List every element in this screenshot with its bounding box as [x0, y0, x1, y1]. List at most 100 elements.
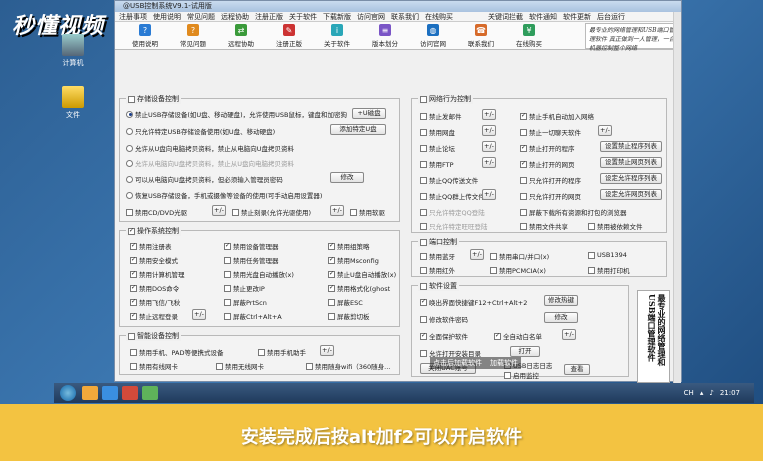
checkbox[interactable]	[420, 282, 427, 290]
checkbox[interactable]: ✓	[128, 227, 135, 235]
toolbar-help-button[interactable]: ? 使用说明	[121, 22, 169, 49]
checkbox[interactable]	[126, 208, 133, 216]
checkbox[interactable]	[328, 312, 335, 320]
menu-item[interactable]: 软件更新	[563, 12, 591, 22]
menu-item[interactable]: 远程协助	[221, 12, 249, 21]
os-check[interactable]: ✓ 禁止U盘自动播放(x)	[328, 269, 396, 279]
checkbox[interactable]	[420, 144, 427, 152]
volume-icon[interactable]: ♪	[709, 389, 713, 397]
checkbox[interactable]	[520, 208, 527, 216]
storage-option[interactable]: 可以从电脑向U盘拷贝资料，但必须输入管理员密码	[126, 174, 283, 184]
checkbox[interactable]	[588, 266, 595, 274]
storage-check[interactable]: 禁止刻录(允许光驱使用)	[232, 207, 311, 217]
network-icon[interactable]: ▴	[700, 389, 704, 397]
os-check[interactable]: ✓ 禁用注册表	[130, 241, 172, 251]
checkbox[interactable]: ✓	[420, 298, 427, 306]
encrypt-disk-button[interactable]: +U磁盘	[352, 108, 386, 119]
storage-option[interactable]: 只允许特定USB存储设备使用(如U盘、移动硬盘)	[126, 126, 275, 136]
checkbox[interactable]	[520, 176, 527, 184]
mobile-check[interactable]: 禁用随身wifi（360随身...	[306, 361, 390, 371]
checkbox[interactable]	[128, 332, 135, 340]
os-check[interactable]: ✓ 禁用安全模式	[130, 255, 178, 265]
storage-option[interactable]: 允许从电脑向U盘拷贝资料，禁止从U盘向电脑拷贝资料	[126, 158, 294, 168]
storage-option[interactable]: 允许从U盘向电脑拷贝资料，禁止从电脑向U盘拷贝资料	[126, 143, 294, 153]
plusminus-button[interactable]: +/-	[470, 249, 484, 260]
menu-item[interactable]: 关键词拦截	[488, 12, 523, 22]
checkbox[interactable]	[350, 208, 357, 216]
soft-check[interactable]: 启用监控	[504, 370, 539, 380]
toolbar-faq-button[interactable]: ? 常见问题	[169, 22, 217, 49]
radio[interactable]	[126, 159, 133, 167]
radio[interactable]	[126, 110, 133, 118]
port-check[interactable]: USB1394	[588, 251, 627, 259]
checkbox[interactable]	[224, 298, 231, 306]
checkbox[interactable]: ✓	[520, 112, 527, 120]
mobile-check[interactable]: 禁用有线网卡	[130, 361, 178, 371]
net-check[interactable]: ✓ 禁止手机自动加入网络	[520, 111, 594, 121]
checkbox[interactable]	[420, 208, 427, 216]
toolbar-buy-button[interactable]: ¥ 在线购买	[505, 22, 553, 49]
checkbox[interactable]	[128, 95, 135, 103]
net-check[interactable]: ✓ 禁止打开的程序	[520, 143, 575, 153]
checkbox[interactable]	[420, 238, 427, 246]
net-check[interactable]: 禁止QQ传送文件	[420, 175, 478, 185]
storage-option[interactable]: 禁止USB存储设备(如U盘、移动硬盘)，允许使用USB鼠标，键盘和加密狗	[126, 109, 347, 119]
os-check[interactable]: ✓ 禁止远程登录	[130, 311, 178, 321]
checkbox[interactable]: ✓	[130, 256, 137, 264]
checkbox[interactable]: ✓	[130, 284, 137, 292]
plusminus-button[interactable]: +/-	[482, 141, 496, 152]
modify-hotkey-button[interactable]: 修改热键	[544, 295, 578, 306]
modify-password-button[interactable]: 修改	[330, 172, 364, 183]
menu-item[interactable]: 联系我们	[391, 12, 419, 21]
soft-check[interactable]: ✓ 全面保护软件	[420, 331, 468, 341]
os-check[interactable]: 禁用任务管理器	[224, 255, 279, 265]
menu-item[interactable]: 使用说明	[153, 12, 181, 21]
plusminus-button[interactable]: +/-	[598, 125, 612, 136]
menu-item[interactable]: 在线购买	[425, 12, 453, 21]
modify-password-button[interactable]: 修改	[544, 312, 578, 323]
browser-icon[interactable]	[102, 386, 118, 400]
checkbox[interactable]	[130, 348, 137, 356]
checkbox[interactable]	[520, 128, 527, 136]
net-check[interactable]: 禁止QQ群上传文件	[420, 191, 485, 201]
checkbox[interactable]	[420, 112, 427, 120]
checkbox[interactable]: ✓	[130, 242, 137, 250]
port-check[interactable]: 禁用打印机	[588, 265, 630, 275]
storage-option[interactable]: 恢复USB存储设备，手机或摄像等设备的使用(可手动启用设置器)	[126, 190, 322, 200]
toolbar-versions-button[interactable]: ≡ 版本划分	[361, 22, 409, 49]
checkbox[interactable]: ✓	[328, 284, 335, 292]
clock[interactable]: 21:07	[720, 389, 740, 397]
checkbox[interactable]	[588, 251, 595, 259]
checkbox[interactable]	[420, 160, 427, 168]
toolbar-contact-button[interactable]: ☎ 联系我们	[457, 22, 505, 49]
checkbox[interactable]	[420, 128, 427, 136]
net-check[interactable]: 屏蔽下载所有资源和打包的浏览器	[520, 207, 627, 217]
checkbox[interactable]	[588, 222, 595, 230]
checkbox[interactable]: ✓	[420, 332, 427, 340]
menu-item[interactable]: 访问官网	[357, 12, 385, 21]
checkbox[interactable]	[420, 349, 427, 357]
port-check[interactable]: 禁用红外	[420, 265, 455, 275]
add-usb-button[interactable]: 添加特定U盘	[330, 124, 386, 135]
checkbox[interactable]	[232, 208, 239, 216]
os-check[interactable]: ✓ 禁用设备管理器	[224, 241, 279, 251]
app-icon[interactable]	[142, 386, 158, 400]
media-icon[interactable]	[122, 386, 138, 400]
soft-check[interactable]: 修改软件密码	[420, 314, 468, 324]
plusminus-button[interactable]: +/-	[482, 125, 496, 136]
soft-check[interactable]: ✓ 全自动白名单	[494, 331, 542, 341]
mobile-check[interactable]: 禁用手机助手	[258, 347, 306, 357]
toolbar-remote-button[interactable]: ⇄ 远程协助	[217, 22, 265, 49]
view-log-button[interactable]: 查看	[564, 364, 590, 375]
soft-check[interactable]: ✓ 唤出界面快捷键F12+Ctrl+Alt+2	[420, 297, 527, 307]
os-check[interactable]: ✓ 禁用飞信/飞秋	[130, 297, 180, 307]
checkbox[interactable]: ✓	[224, 242, 231, 250]
start-button[interactable]	[60, 385, 76, 401]
net-check[interactable]: 禁用网盘	[420, 127, 455, 137]
net-check[interactable]: 只允许打开的网页	[520, 191, 581, 201]
net-check[interactable]: 只允许特定QQ登陆	[420, 207, 485, 217]
checkbox[interactable]	[420, 95, 427, 103]
plusminus-button[interactable]: +/-	[212, 205, 226, 216]
checkbox[interactable]: ✓	[494, 332, 501, 340]
radio[interactable]	[126, 127, 133, 135]
